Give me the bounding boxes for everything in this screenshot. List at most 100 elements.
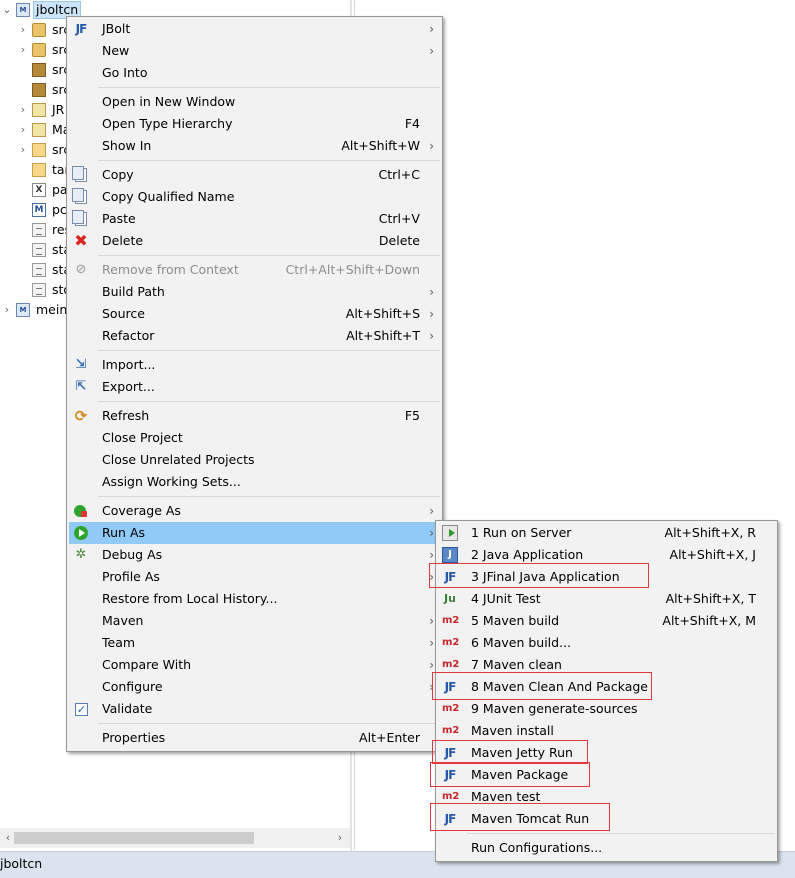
pom-file-icon: M <box>32 203 46 217</box>
menu-item-new[interactable]: New › <box>69 40 440 62</box>
collapse-arrow-icon[interactable]: › <box>2 300 12 320</box>
collapse-arrow-icon[interactable]: › <box>18 20 28 40</box>
refresh-icon: ⟳ <box>74 407 88 425</box>
submenu-arrow-icon: › <box>429 614 434 628</box>
menu-shortcut: Alt+Shift+X, T <box>665 591 756 606</box>
menu-item-import[interactable]: ⇲ Import... <box>69 354 440 376</box>
menu-item-label: Copy <box>102 167 134 182</box>
menu-item-go-into[interactable]: Go Into <box>69 62 440 84</box>
delete-icon: ✖ <box>74 231 88 250</box>
menu-separator <box>98 723 440 724</box>
collapse-arrow-icon[interactable]: › <box>18 40 28 60</box>
menu-item-build-path[interactable]: Build Path › <box>69 281 440 303</box>
menu-item-label: 5 Maven build <box>471 613 560 628</box>
annotation-box-maven-jetty-run <box>432 740 588 764</box>
menu-item-open-new-window[interactable]: Open in New Window <box>69 91 440 113</box>
menu-item-coverage-as[interactable]: Coverage As › <box>69 500 440 522</box>
scrollbar-thumb[interactable] <box>14 832 254 844</box>
menu-item-copy[interactable]: Copy Ctrl+C <box>69 164 440 186</box>
menu-item-maven[interactable]: Maven › <box>69 610 440 632</box>
maven-generate-sources-item[interactable]: m2 9 Maven generate-sources <box>438 698 775 720</box>
menu-item-jbolt[interactable]: JF JBolt › <box>69 18 440 40</box>
menu-item-refactor[interactable]: Refactor Alt+Shift+T › <box>69 325 440 347</box>
m2-icon: m2 <box>442 637 460 648</box>
submenu-arrow-icon: › <box>429 504 434 518</box>
annotation-box-jfinal-java-application <box>429 563 649 588</box>
menu-item-label: Assign Working Sets... <box>102 474 241 489</box>
menu-item-profile-as[interactable]: Profile As › <box>69 566 440 588</box>
menu-item-label: Coverage As <box>102 503 181 518</box>
menu-item-configure[interactable]: Configure › <box>69 676 440 698</box>
menu-item-label: Import... <box>102 357 156 372</box>
run-configurations-item[interactable]: Run Configurations... <box>438 837 775 859</box>
collapse-arrow-icon[interactable]: › <box>18 100 28 120</box>
menu-item-label: Copy Qualified Name <box>102 189 235 204</box>
maven-build-item[interactable]: m2 5 Maven build Alt+Shift+X, M <box>438 610 775 632</box>
menu-item-restore-local-history[interactable]: Restore from Local History... <box>69 588 440 610</box>
menu-item-compare-with[interactable]: Compare With › <box>69 654 440 676</box>
menu-item-properties[interactable]: Properties Alt+Enter <box>69 727 440 749</box>
menu-item-label: Paste <box>102 211 136 226</box>
menu-shortcut: Alt+Shift+W <box>341 138 420 153</box>
menu-item-delete[interactable]: ✖ Delete Delete <box>69 230 440 252</box>
m2-icon: m2 <box>442 725 460 736</box>
menu-item-assign-working-sets[interactable]: Assign Working Sets... <box>69 471 440 493</box>
submenu-arrow-icon: › <box>429 44 434 58</box>
collapse-arrow-icon[interactable]: › <box>18 120 28 140</box>
horizontal-scrollbar[interactable]: ‹ › <box>0 828 350 848</box>
maven-build-dialog-item[interactable]: m2 6 Maven build... <box>438 632 775 654</box>
jf-icon: JF <box>75 22 88 36</box>
server-icon <box>442 525 458 541</box>
scroll-right-icon[interactable]: › <box>332 828 348 848</box>
copy-icon <box>72 188 87 204</box>
junit-test-item[interactable]: Ju 4 JUnit Test Alt+Shift+X, T <box>438 588 775 610</box>
menu-item-label: Validate <box>102 701 153 716</box>
menu-item-debug-as[interactable]: ✲ Debug As › <box>69 544 440 566</box>
menu-item-team[interactable]: Team › <box>69 632 440 654</box>
menu-item-refresh[interactable]: ⟳ Refresh F5 <box>69 405 440 427</box>
java-app-icon: J <box>442 547 458 563</box>
menu-item-label: Run As <box>102 525 146 540</box>
menu-item-label: Open Type Hierarchy <box>102 116 233 131</box>
source-folder-icon <box>32 43 46 57</box>
menu-item-label: Run Configurations... <box>471 840 603 855</box>
menu-item-show-in[interactable]: Show In Alt+Shift+W › <box>69 135 440 157</box>
menu-separator <box>98 496 440 497</box>
menu-item-label: Close Project <box>102 430 183 445</box>
tree-item-label: pc <box>52 202 67 217</box>
expand-arrow-icon[interactable]: ⌄ <box>2 0 12 20</box>
menu-item-validate[interactable]: ✓ Validate <box>69 698 440 720</box>
menu-item-open-type-hierarchy[interactable]: Open Type Hierarchy F4 <box>69 113 440 135</box>
submenu-arrow-icon: › <box>429 307 434 321</box>
menu-item-export[interactable]: ⇱ Export... <box>69 376 440 398</box>
menu-shortcut: Alt+Shift+S <box>345 306 420 321</box>
menu-item-label: Close Unrelated Projects <box>102 452 255 467</box>
menu-item-run-as[interactable]: Run As › <box>69 522 440 544</box>
menu-item-close-project[interactable]: Close Project <box>69 427 440 449</box>
menu-separator <box>98 87 440 88</box>
menu-shortcut: F5 <box>404 408 420 423</box>
run-icon <box>74 526 88 540</box>
run-on-server-item[interactable]: 1 Run on Server Alt+Shift+X, R <box>438 522 775 544</box>
context-menu[interactable]: JF JBolt › New › Go Into Open in New Win… <box>66 16 443 752</box>
menu-shortcut: Alt+Shift+X, M <box>662 613 756 628</box>
package-folder-icon <box>32 63 46 77</box>
submenu-arrow-icon: › <box>429 22 434 36</box>
debug-bug-icon: ✲ <box>75 547 87 562</box>
menu-item-label: Open in New Window <box>102 94 236 109</box>
menu-item-source[interactable]: Source Alt+Shift+S › <box>69 303 440 325</box>
maven-install-item[interactable]: m2 Maven install <box>438 720 775 742</box>
menu-item-copy-qualified-name[interactable]: Copy Qualified Name <box>69 186 440 208</box>
menu-shortcut: Ctrl+Alt+Shift+Down <box>285 262 420 277</box>
m2-icon: m2 <box>442 703 460 714</box>
folder-icon <box>32 163 46 177</box>
copy-icon <box>72 166 87 182</box>
menu-shortcut: Delete <box>378 233 420 248</box>
menu-item-label: New <box>102 43 130 58</box>
menu-separator <box>98 255 440 256</box>
menu-item-paste[interactable]: Paste Ctrl+V <box>69 208 440 230</box>
menu-item-close-unrelated-projects[interactable]: Close Unrelated Projects <box>69 449 440 471</box>
collapse-arrow-icon[interactable]: › <box>18 140 28 160</box>
tree-item-label: JR <box>52 102 65 117</box>
menu-shortcut: Alt+Shift+X, R <box>664 525 756 540</box>
